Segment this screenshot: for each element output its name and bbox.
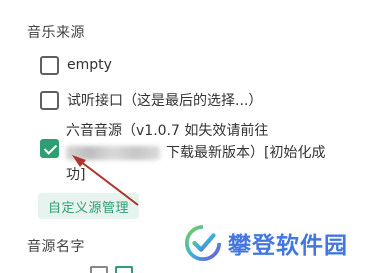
settings-page: 音乐来源 empty 试听接口（这是最后的选择...） 六音音源（v1.0.7 … [0, 0, 372, 273]
watermark: 攀登软件园 [184, 224, 348, 262]
liuyin-line2-text: 下载最新版本）[初始化成 [166, 145, 326, 161]
blurred-url [66, 146, 160, 160]
liuyin-line1: 六音音源（v1.0.7 如失效请前往 [66, 123, 269, 139]
checkbox-trial-api[interactable] [40, 90, 59, 110]
custom-source-button[interactable]: 自定义源管理 [38, 193, 140, 219]
option-trial-api[interactable]: 试听接口（这是最后的选择...） [40, 88, 262, 112]
partial-checkbox-2[interactable] [115, 266, 133, 273]
source-name-title: 音源名字 [27, 239, 85, 255]
option-liuyin[interactable] [40, 136, 59, 160]
checkbox-liuyin[interactable] [40, 138, 59, 158]
partial-checkbox-1[interactable] [90, 266, 108, 273]
option-liuyin-label: 六音音源（v1.0.7 如失效请前往 下载最新版本）[初始化成 功] [66, 120, 366, 186]
checkbox-empty[interactable] [40, 55, 59, 75]
liuyin-line3: 功] [66, 167, 86, 183]
liuyin-line2: 下载最新版本）[初始化成 [66, 142, 366, 164]
option-empty[interactable]: empty [40, 53, 112, 77]
option-trial-api-label: 试听接口（这是最后的选择...） [67, 93, 263, 109]
music-source-title: 音乐来源 [27, 25, 85, 41]
checkmark-logo-icon [184, 224, 222, 262]
option-empty-label: empty [67, 57, 112, 73]
watermark-text: 攀登软件园 [228, 233, 348, 259]
